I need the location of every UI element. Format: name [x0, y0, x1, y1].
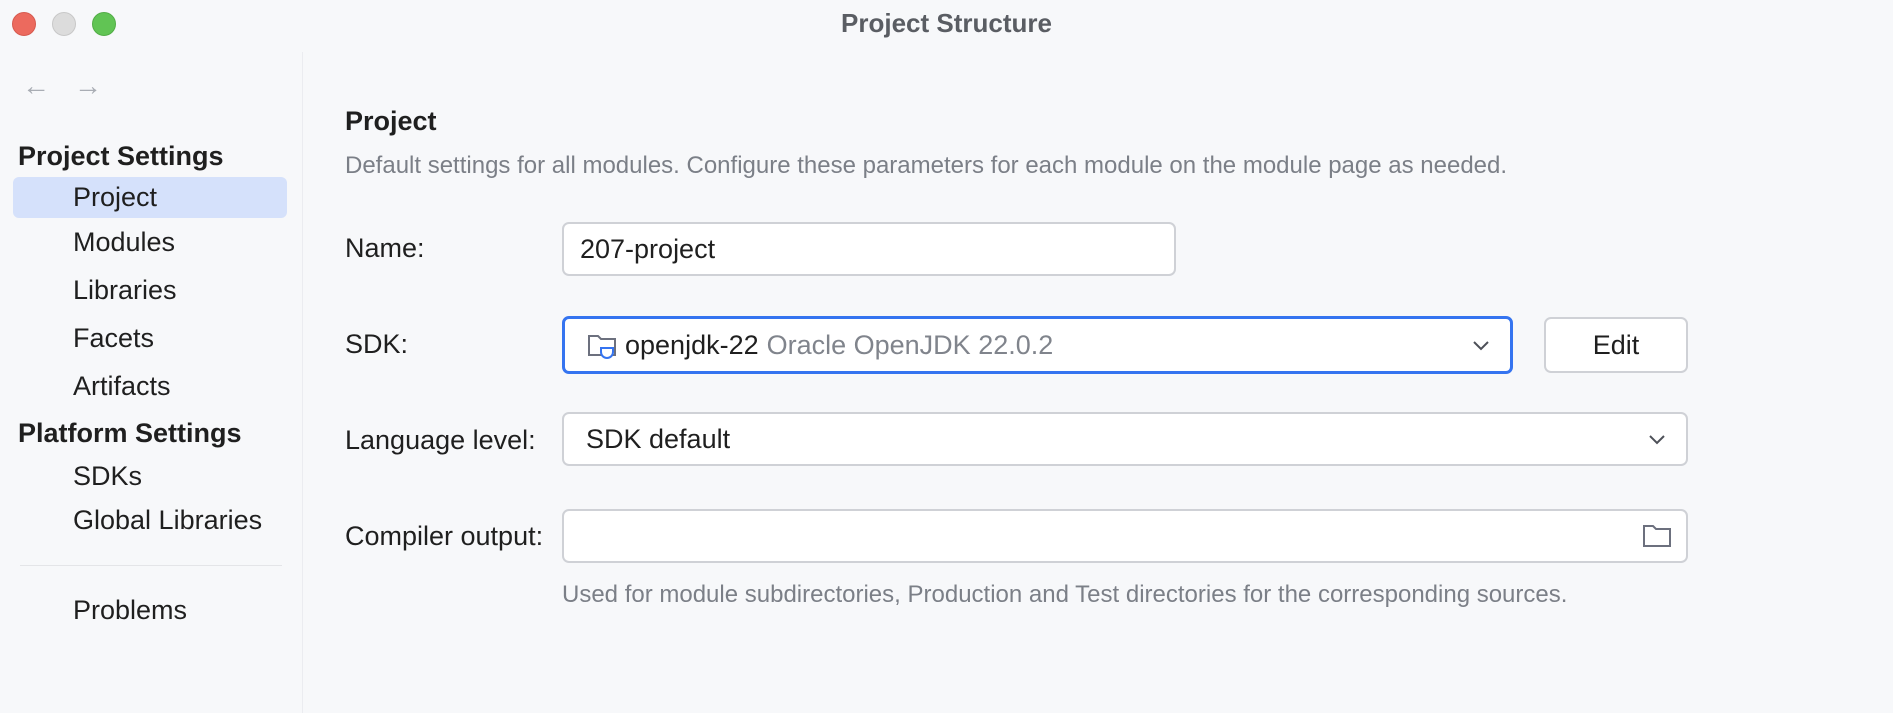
sdk-label: SDK:: [345, 329, 409, 359]
sidebar-item-modules[interactable]: Modules: [13, 222, 287, 263]
arrow-right-icon[interactable]: →: [74, 72, 102, 100]
sidebar-item-artifacts[interactable]: Artifacts: [13, 366, 287, 407]
name-field[interactable]: [564, 224, 1174, 274]
title-bar: Project Structure: [0, 0, 1893, 44]
sdk-selection: openjdk-22 Oracle OpenJDK 22.0.2: [587, 319, 1053, 371]
platform-settings-header: Platform Settings: [18, 418, 242, 448]
name-field-container: [562, 222, 1176, 276]
compiler-output-hint: Used for module subdirectories, Producti…: [562, 581, 1568, 608]
language-level-value: SDK default: [586, 424, 731, 454]
sidebar-divider: [302, 52, 303, 713]
sidebar-item-project[interactable]: Project: [13, 177, 287, 218]
sidebar-item-label: Libraries: [73, 275, 177, 305]
arrow-left-icon[interactable]: ←: [22, 72, 50, 100]
page-title: Project: [345, 106, 437, 136]
sidebar-item-label: Project: [73, 182, 158, 212]
project-structure-window: Project Structure ← → Project Settings P…: [0, 0, 1893, 713]
window-title: Project Structure: [841, 8, 1052, 38]
sidebar-item-label: Global Libraries: [73, 505, 263, 535]
sidebar-item-label: SDKs: [73, 461, 143, 491]
compiler-output-container: [562, 509, 1688, 563]
jdk-folder-icon: [588, 335, 616, 359]
name-label: Name:: [345, 233, 425, 263]
sidebar-item-label: Artifacts: [73, 371, 171, 401]
sidebar-item-sdks[interactable]: SDKs: [13, 456, 287, 497]
chevron-down-icon: [1649, 435, 1665, 445]
language-level-dropdown[interactable]: SDK default: [562, 412, 1688, 466]
language-level-label: Language level:: [345, 425, 536, 455]
sidebar-item-problems[interactable]: Problems: [13, 590, 287, 631]
edit-sdk-button[interactable]: Edit: [1544, 317, 1688, 373]
history-navigation: ← →: [22, 72, 102, 100]
compiler-output-label: Compiler output:: [345, 521, 544, 551]
sidebar-item-label: Modules: [73, 227, 176, 257]
sidebar-item-label: Facets: [73, 323, 155, 353]
page-description: Default settings for all modules. Config…: [345, 152, 1508, 179]
sdk-name: openjdk-22: [625, 329, 759, 360]
sidebar-item-global-libraries[interactable]: Global Libraries: [13, 500, 287, 541]
sidebar-item-libraries[interactable]: Libraries: [13, 270, 287, 311]
sidebar-item-facets[interactable]: Facets: [13, 318, 287, 359]
sidebar-item-label: Problems: [73, 595, 188, 625]
sdk-detail: Oracle OpenJDK 22.0.2: [766, 329, 1054, 360]
sidebar-separator: [20, 565, 282, 566]
folder-icon[interactable]: [1642, 523, 1672, 549]
compiler-output-field[interactable]: [564, 511, 1624, 561]
project-settings-header: Project Settings: [18, 141, 224, 171]
sdk-dropdown[interactable]: openjdk-22 Oracle OpenJDK 22.0.2: [562, 316, 1513, 374]
chevron-down-icon: [1473, 341, 1489, 351]
